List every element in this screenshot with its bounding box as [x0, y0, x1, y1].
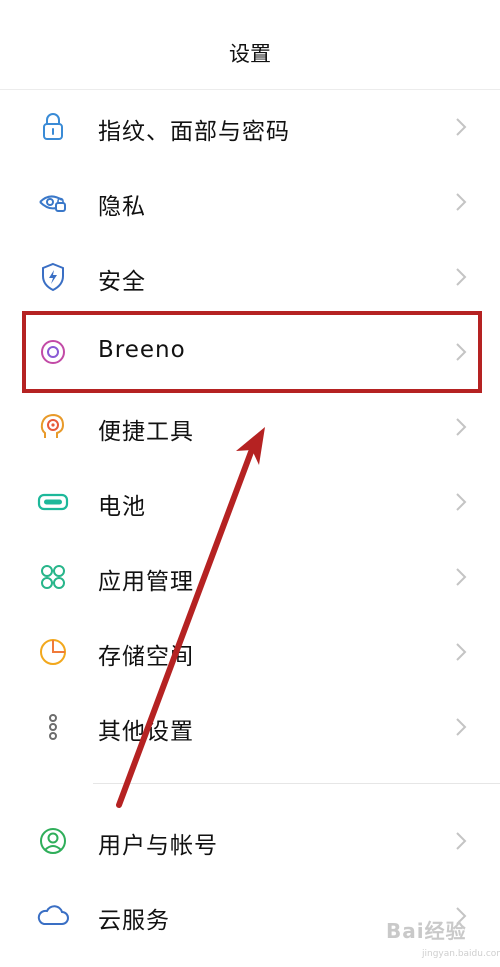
settings-item-battery[interactable]: 电池 [0, 472, 500, 532]
watermark: Bai经验 jingyan.baidu.com [378, 913, 500, 967]
settings-item-label: 电池 [98, 494, 146, 520]
settings-item-label: 隐私 [98, 194, 146, 220]
watermark-subtext: jingyan.baidu.com [422, 949, 500, 959]
chevron-right-icon [452, 415, 470, 439]
app-header: 设置 [0, 0, 500, 90]
chevron-right-icon [452, 190, 470, 214]
battery-icon [36, 486, 70, 518]
chevron-right-icon [452, 829, 470, 853]
user-circle-icon [36, 825, 70, 857]
section-divider [93, 783, 500, 784]
page-title: 设置 [229, 42, 271, 66]
chevron-right-icon [452, 565, 470, 589]
settings-item-label: 应用管理 [98, 569, 194, 595]
settings-item-label: 云服务 [98, 908, 170, 934]
eye-lock-icon [36, 186, 70, 218]
settings-item-storage[interactable]: 存储空间 [0, 622, 500, 682]
chevron-right-icon [452, 265, 470, 289]
settings-item-privacy[interactable]: 隐私 [0, 172, 500, 232]
settings-item-fingerprint-face-password[interactable]: 指纹、面部与密码 [0, 97, 500, 157]
settings-item-security[interactable]: 安全 [0, 247, 500, 307]
settings-item-shortcut-tools[interactable]: 便捷工具 [0, 397, 500, 457]
chevron-right-icon [452, 715, 470, 739]
settings-item-label: 便捷工具 [98, 419, 194, 445]
settings-item-label: 安全 [98, 269, 146, 295]
dots-vertical-icon [36, 711, 70, 743]
shield-bolt-icon [36, 261, 70, 293]
settings-item-label: 其他设置 [98, 719, 194, 745]
app-grid-icon [36, 561, 70, 593]
settings-item-label: 用户与帐号 [98, 833, 218, 859]
settings-item-app-management[interactable]: 应用管理 [0, 547, 500, 607]
lock-icon [36, 111, 70, 143]
head-target-icon [36, 411, 70, 443]
chevron-right-icon [452, 490, 470, 514]
highlight-box [22, 311, 482, 393]
cloud-icon [36, 900, 70, 932]
settings-item-label: 存储空间 [98, 644, 194, 670]
chevron-right-icon [452, 115, 470, 139]
chevron-right-icon [452, 640, 470, 664]
settings-item-other-settings[interactable]: 其他设置 [0, 697, 500, 757]
settings-item-users-accounts[interactable]: 用户与帐号 [0, 811, 500, 871]
watermark-text: Bai经验 [386, 919, 467, 943]
settings-item-label: 指纹、面部与密码 [98, 119, 290, 145]
pie-storage-icon [36, 636, 70, 668]
